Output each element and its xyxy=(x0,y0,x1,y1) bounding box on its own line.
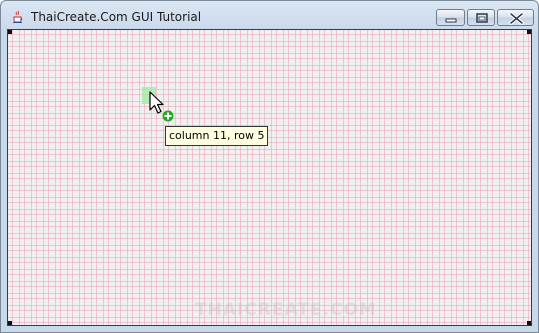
java-coffee-cup-icon[interactable] xyxy=(11,9,25,23)
window-title: ThaiCreate.Com GUI Tutorial xyxy=(31,10,202,24)
close-icon xyxy=(509,12,524,25)
title-bar[interactable]: ThaiCreate.Com GUI Tutorial xyxy=(1,1,538,28)
app-window: ThaiCreate.Com GUI Tutorial column 11, r… xyxy=(0,0,539,333)
close-button[interactable] xyxy=(497,9,534,26)
grid-layout-canvas[interactable]: column 11, row 5 THAICREATE.COM xyxy=(7,29,532,326)
grid-position-tooltip: column 11, row 5 xyxy=(165,126,269,146)
watermark: THAICREATE.COM xyxy=(195,300,377,320)
minimize-icon xyxy=(445,18,457,23)
maximize-button[interactable] xyxy=(467,9,495,26)
corner-handle-top-left[interactable] xyxy=(8,30,12,34)
maximize-icon xyxy=(476,13,488,23)
corner-handle-bottom-left[interactable] xyxy=(8,321,12,325)
corner-handle-top-right[interactable] xyxy=(527,30,531,34)
minimize-button[interactable] xyxy=(436,9,465,26)
add-plus-icon xyxy=(162,110,174,122)
corner-handle-bottom-right[interactable] xyxy=(527,321,531,325)
